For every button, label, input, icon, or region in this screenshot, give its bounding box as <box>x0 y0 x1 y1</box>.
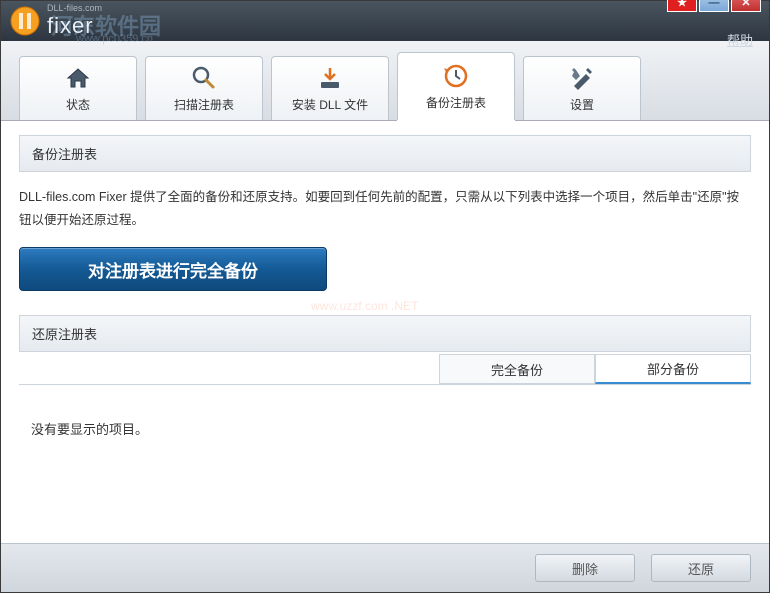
tab-scan-registry[interactable]: 扫描注册表 <box>145 56 263 120</box>
restore-sub-tabs: 完全备份 部分备份 <box>19 354 751 384</box>
delete-button[interactable]: 删除 <box>535 554 635 582</box>
subtab-partial-backup[interactable]: 部分备份 <box>595 354 751 384</box>
window-controls: ★ — ✕ 帮助 <box>667 0 761 49</box>
app-window: DLL-files.com fixer 河东软件园 www.pc0359.cn … <box>0 0 770 593</box>
tab-status[interactable]: 状态 <box>19 56 137 120</box>
clock-restore-icon <box>442 62 470 90</box>
empty-list-message: 没有要显示的项目。 <box>31 422 148 437</box>
backup-section-title: 备份注册表 <box>19 135 751 172</box>
help-link[interactable]: 帮助 <box>727 30 753 49</box>
tab-label: 状态 <box>66 96 90 113</box>
subtab-full-backup[interactable]: 完全备份 <box>439 354 595 384</box>
tab-label: 安装 DLL 文件 <box>292 96 368 113</box>
tab-settings[interactable]: 设置 <box>523 56 641 120</box>
tab-label: 备份注册表 <box>426 94 486 111</box>
restore-button[interactable]: 还原 <box>651 554 751 582</box>
language-flag-button[interactable]: ★ <box>667 0 697 12</box>
bottom-toolbar: 删除 还原 <box>1 543 769 592</box>
backup-description: DLL-files.com Fixer 提供了全面的备份和还原支持。如要回到任何… <box>19 172 751 247</box>
titlebar: DLL-files.com fixer 河东软件园 www.pc0359.cn … <box>1 1 769 41</box>
tab-install-dll[interactable]: 安装 DLL 文件 <box>271 56 389 120</box>
magnifier-icon <box>190 64 218 92</box>
restore-section: 还原注册表 完全备份 部分备份 没有要显示的项目。 <box>19 315 751 472</box>
watermark-center: www.uzzf.com .NET <box>311 299 418 313</box>
main-tabs: 状态 扫描注册表 安装 DLL 文件 备份注册表 设置 <box>1 41 769 121</box>
app-logo-icon <box>9 5 41 37</box>
brand-small: DLL-files.com <box>47 3 102 13</box>
close-button[interactable]: ✕ <box>731 0 761 12</box>
full-backup-button[interactable]: 对注册表进行完全备份 <box>19 247 327 291</box>
restore-section-title: 还原注册表 <box>19 315 751 352</box>
download-icon <box>316 64 344 92</box>
tools-icon <box>568 64 596 92</box>
minimize-button[interactable]: — <box>699 0 729 12</box>
tab-label: 扫描注册表 <box>174 96 234 113</box>
content-area: 备份注册表 DLL-files.com Fixer 提供了全面的备份和还原支持。… <box>1 121 769 543</box>
home-icon <box>64 64 92 92</box>
tab-backup-registry[interactable]: 备份注册表 <box>397 52 515 120</box>
logo-area: DLL-files.com fixer <box>9 3 102 39</box>
tab-label: 设置 <box>570 96 594 113</box>
brand-text: fixer <box>47 13 102 39</box>
backup-list: 没有要显示的项目。 <box>19 384 751 472</box>
